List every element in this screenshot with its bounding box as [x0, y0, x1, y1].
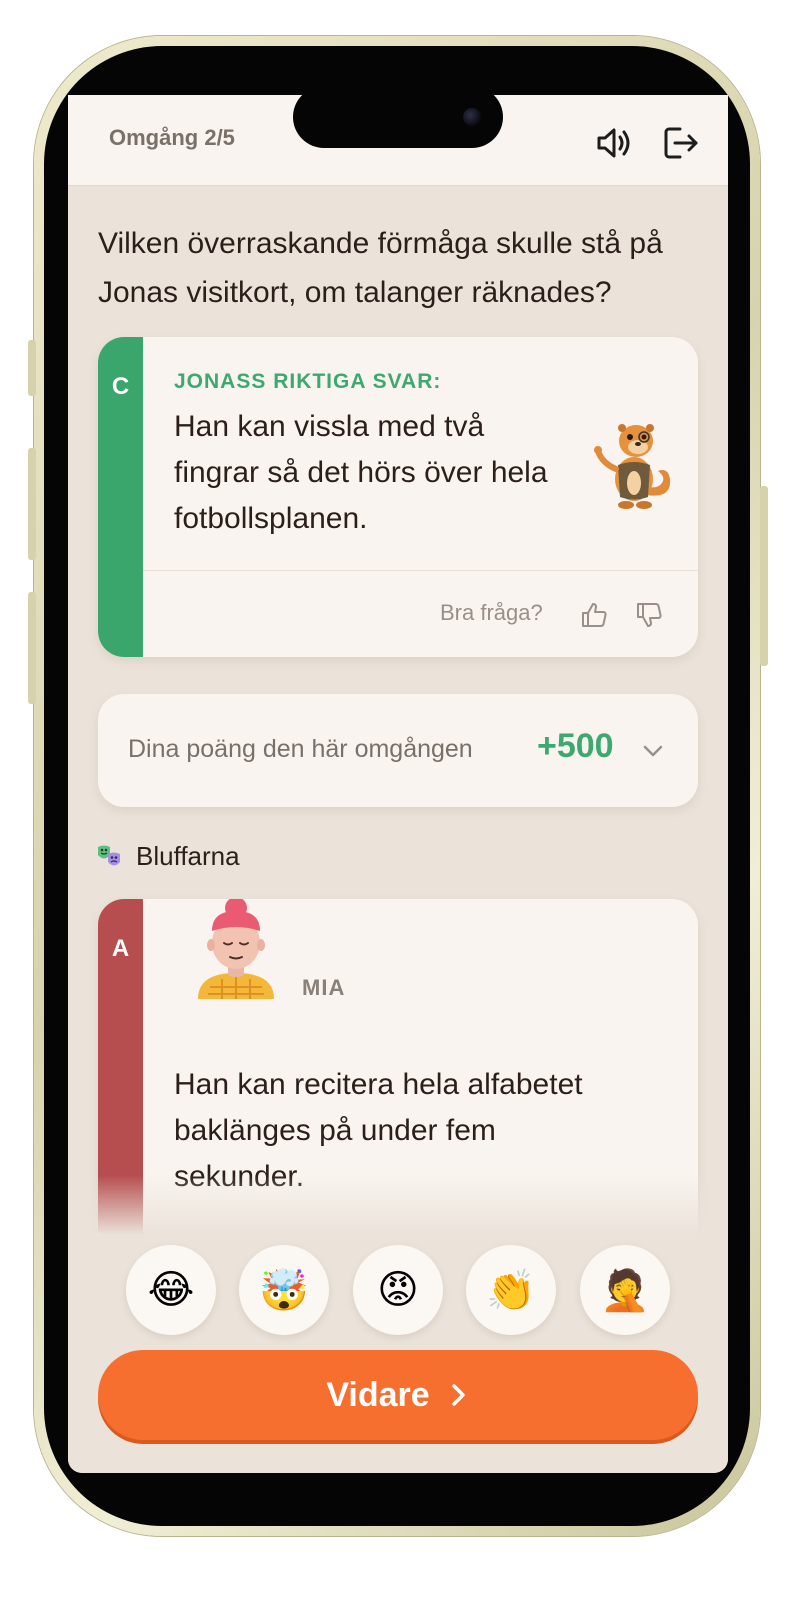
- chevron-right-icon: [451, 1384, 465, 1406]
- thumbs-up-icon[interactable]: [579, 600, 609, 630]
- thumbs-down-icon[interactable]: [634, 600, 664, 630]
- phone-power-button: [760, 486, 768, 666]
- avatar-mia: [198, 899, 274, 999]
- answer-letter: C: [111, 373, 130, 400]
- question-feedback-label: Bra fråga?: [440, 600, 543, 625]
- dynamic-island: [293, 86, 503, 148]
- card-divider: [143, 570, 698, 571]
- question-text: Vilken överraskande förmåga skulle stå p…: [98, 227, 663, 309]
- correct-answer-kicker: JONASS RIKTIGA SVAR:: [174, 370, 442, 393]
- round-indicator: Omgång 2/5: [109, 125, 235, 150]
- otter-mascot-icon: [594, 424, 671, 509]
- phone-volume-up-button: [28, 448, 36, 560]
- next-button[interactable]: Vidare: [98, 1350, 698, 1440]
- scroll-fade: [68, 1175, 728, 1235]
- phone-action-button: [28, 340, 36, 396]
- front-camera: [463, 108, 481, 126]
- reaction-facepalm-button[interactable]: 🤦: [580, 1245, 670, 1335]
- phone-volume-down-button: [28, 592, 36, 704]
- next-button-label: Vidare: [326, 1375, 430, 1414]
- correct-answer-card: C JONASS RIKTIGA SVAR: Han kan vissla me…: [98, 337, 698, 657]
- app-screen: Omgång 2/5 Vilken överraskande förmåga s…: [68, 95, 728, 1473]
- round-score-card[interactable]: Dina poäng den här omgången +500: [98, 694, 698, 807]
- bluffs-section-title: Bluffarna: [136, 841, 240, 871]
- theater-masks-icon: [98, 845, 120, 866]
- chevron-down-icon: [643, 745, 663, 757]
- logout-icon[interactable]: [660, 123, 700, 163]
- reaction-clapping-button[interactable]: 👏: [466, 1245, 556, 1335]
- bluff-player-name: MIA: [302, 975, 346, 1000]
- speaker-icon[interactable]: [593, 123, 633, 163]
- reaction-mind-blown-button[interactable]: 🤯: [239, 1245, 329, 1335]
- correct-answer-text: Han kan vissla med två fingrar så det hö…: [174, 410, 548, 535]
- reaction-angry-button[interactable]: 😡: [353, 1245, 443, 1335]
- reaction-laughing-button[interactable]: 😂: [126, 1245, 216, 1335]
- round-score-value: +500: [537, 727, 614, 765]
- answer-letter: A: [111, 935, 130, 962]
- round-score-label: Dina poäng den här omgången: [128, 735, 473, 763]
